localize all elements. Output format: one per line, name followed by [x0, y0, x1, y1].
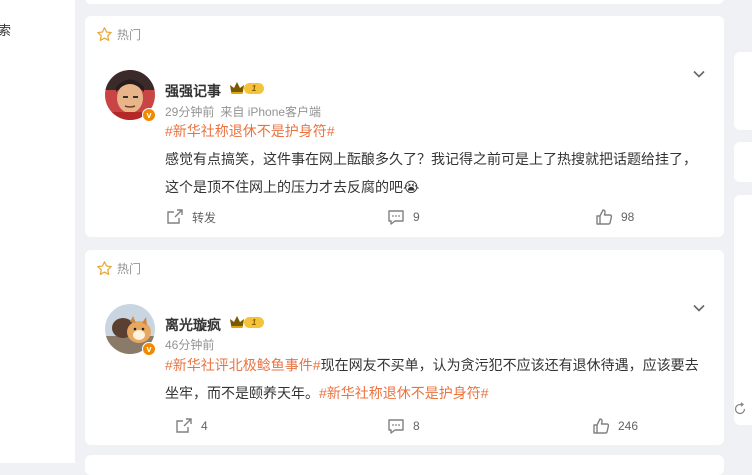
previous-card-edge — [85, 0, 724, 4]
right-panel-card — [734, 52, 752, 130]
comment-count: 8 — [413, 419, 420, 433]
level-badge[interactable]: 1 — [229, 81, 267, 95]
like-button[interactable]: 98 — [595, 208, 634, 226]
repost-button[interactable]: 转发 — [166, 208, 216, 226]
level-badge[interactable]: 1 — [229, 315, 267, 329]
right-panel-card — [734, 195, 752, 425]
post-time[interactable]: 46分钟前 — [165, 338, 214, 352]
post-text: 现在网友不买单，认为贪污犯不应该还有退休待遇，应该要去 — [320, 357, 699, 373]
hot-label: 热门 — [117, 262, 142, 276]
like-icon — [593, 418, 610, 434]
repost-count: 4 — [201, 419, 208, 433]
chevron-down-icon[interactable] — [692, 67, 706, 81]
author-name[interactable]: 强强记事 — [165, 81, 221, 101]
post-text: 坐牢，而不是颐养天年。 — [165, 385, 319, 401]
post-content: #新华社称退休不是护身符# 感觉有点搞笑，这件事在网上酝酿多久了？我记得之前可是… — [165, 117, 705, 201]
level-number: 1 — [244, 316, 264, 328]
chevron-down-icon[interactable] — [692, 301, 706, 315]
topic-link[interactable]: #新华社称退休不是护身符# — [165, 123, 335, 139]
level-number: 1 — [244, 82, 264, 94]
hot-tag: 热门 — [96, 26, 141, 43]
action-bar: 4 8 246 — [85, 417, 724, 437]
post-text-line: 感觉有点搞笑，这件事在网上酝酿多久了？我记得之前可是上了热搜就把话题给挂了， — [165, 151, 697, 167]
comment-icon — [388, 210, 404, 225]
hot-label: 热门 — [117, 28, 142, 42]
comment-button[interactable]: 8 — [387, 417, 420, 435]
repost-icon — [167, 209, 183, 224]
post-content: #新华社评北极鲶鱼事件#现在网友不买单，认为贪污犯不应该还有退休待遇，应该要去 … — [165, 351, 705, 407]
repost-button[interactable]: 4 — [175, 417, 208, 435]
right-panel-card — [734, 142, 752, 182]
comment-count: 9 — [413, 210, 420, 224]
crown-icon — [230, 82, 244, 94]
left-sidebar: 索 — [0, 0, 75, 463]
action-bar: 转发 9 98 — [85, 208, 724, 228]
star-icon — [97, 261, 112, 276]
like-icon — [596, 209, 613, 225]
star-icon — [97, 27, 112, 42]
verified-badge: v — [142, 342, 156, 356]
author-name[interactable]: 离光璇疯 — [165, 315, 221, 335]
comment-icon — [388, 419, 404, 434]
verified-badge: v — [142, 108, 156, 122]
hot-tag: 热门 — [96, 260, 141, 277]
feed-card: 热门 v 离光璇疯 1 46分钟前 #新华社评北极鲶鱼事件#现在网友不买单，认为… — [85, 250, 724, 445]
refresh-icon[interactable] — [733, 402, 747, 416]
like-count: 98 — [621, 210, 635, 224]
crown-icon — [230, 316, 244, 328]
left-search-fragment[interactable]: 索 — [0, 20, 11, 39]
topic-link[interactable]: #新华社评北极鲶鱼事件# — [165, 357, 321, 373]
like-button[interactable]: 246 — [592, 417, 638, 435]
post-text-line: 这个是顶不住网上的压力才去反腐的吧 — [165, 179, 403, 195]
like-count: 246 — [618, 419, 639, 433]
next-card-edge — [85, 455, 724, 475]
repost-icon — [176, 418, 192, 433]
crying-emoji: 😭 — [403, 179, 420, 195]
topic-link[interactable]: #新华社称退休不是护身符# — [319, 385, 489, 401]
repost-label: 转发 — [192, 210, 217, 225]
comment-button[interactable]: 9 — [387, 208, 420, 226]
feed-card: 热门 v 强强记事 1 29分钟前 来自 iPhone客户端 #新华社称退休不是护… — [85, 16, 724, 237]
